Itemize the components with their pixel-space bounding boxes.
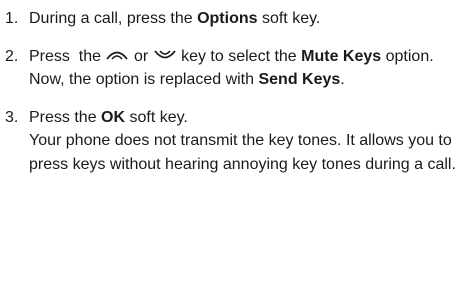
instruction-steps: 1. During a call, press the Options soft… bbox=[0, 0, 466, 176]
mute-keys-label: Mute Keys bbox=[301, 47, 382, 65]
step-text: . bbox=[340, 71, 345, 88]
step-1: 1. During a call, press the Options soft… bbox=[0, 7, 466, 31]
step-3: 3. Press the OK soft key. Your phone doe… bbox=[0, 106, 466, 177]
step-2: 2. Press the or key to select the Mute K… bbox=[0, 45, 466, 92]
step-number: 2. bbox=[5, 47, 19, 65]
step-description: Your phone does not transmit the key ton… bbox=[29, 132, 456, 173]
step-text: soft key. bbox=[125, 108, 188, 126]
down-arrow-key-icon bbox=[153, 49, 177, 61]
step-text: key to select the bbox=[181, 47, 302, 65]
ok-soft-key-label: OK bbox=[101, 108, 126, 126]
step-number: 1. bbox=[5, 10, 19, 27]
step-text: Press the bbox=[29, 47, 102, 65]
step-text: Press the bbox=[29, 108, 102, 126]
step-instruction: Press the OK soft key. bbox=[29, 106, 458, 130]
step-number: 3. bbox=[5, 108, 19, 126]
step-text: soft key. bbox=[257, 10, 321, 27]
step-text: During a call, press the bbox=[29, 10, 198, 27]
up-arrow-key-icon bbox=[105, 49, 129, 61]
options-soft-key-label: Options bbox=[197, 10, 258, 27]
send-keys-label: Send Keys bbox=[258, 71, 341, 88]
step-text: or bbox=[133, 47, 149, 65]
